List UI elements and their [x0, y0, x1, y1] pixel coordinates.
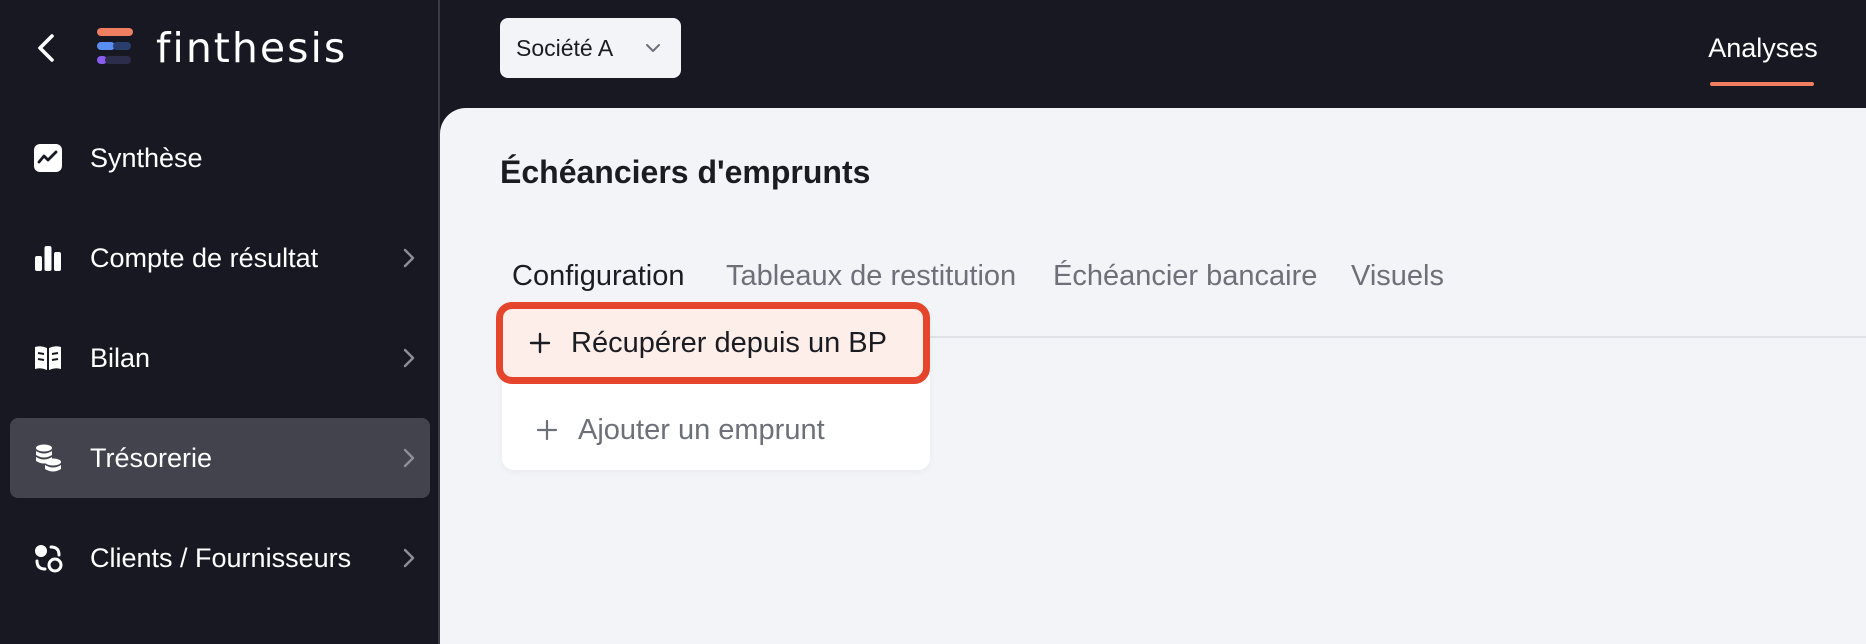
- sidebar-item-clients-fournisseurs[interactable]: Clients / Fournisseurs: [10, 518, 430, 598]
- chevron-right-icon: [403, 248, 415, 268]
- sidebar-item-label: Bilan: [90, 343, 151, 373]
- tab-echeancier-bancaire[interactable]: Échéancier bancaire: [1053, 256, 1317, 296]
- tab-analyses[interactable]: Analyses: [1690, 28, 1836, 68]
- plus-icon: [536, 419, 558, 441]
- chevron-right-icon: [403, 448, 415, 468]
- sidebar-item-bilan[interactable]: Bilan: [10, 318, 430, 398]
- recuperer-depuis-bp-menu-item[interactable]: Récupérer depuis un BP: [496, 302, 930, 384]
- brand-logo[interactable]: finthesis: [94, 26, 347, 70]
- tab-configuration[interactable]: Configuration: [512, 256, 685, 296]
- exchange-icon: [35, 545, 63, 573]
- chevron-right-icon: [403, 548, 415, 568]
- main-panel: Échéanciers d'emprunts Configuration Tab…: [440, 108, 1866, 644]
- sidebar-header: finthesis: [0, 0, 438, 96]
- book-icon: [35, 346, 61, 370]
- brand-name: finthesis: [156, 24, 348, 72]
- sidebar-item-label: Clients / Fournisseurs: [90, 543, 352, 573]
- company-select-value: Société A: [516, 34, 614, 61]
- top-bar: Société A Analyses: [440, 0, 1866, 108]
- app-window: finthesis Synthèse Compte de résultat Bi…: [0, 0, 1866, 644]
- sidebar-item-label: Trésorerie: [90, 443, 213, 473]
- active-tab-indicator: [1710, 82, 1814, 86]
- sidebar-item-synthese[interactable]: Synthèse: [10, 118, 430, 198]
- coins-stack-icon: [36, 444, 61, 472]
- ajouter-emprunt-menu-item[interactable]: Ajouter un emprunt: [502, 394, 930, 466]
- tab-tableaux-de-restitution[interactable]: Tableaux de restitution: [726, 256, 1016, 296]
- sidebar-item-compte-de-resultat[interactable]: Compte de résultat: [10, 218, 430, 298]
- page-title: Échéanciers d'emprunts: [500, 154, 871, 190]
- sidebar-item-tresorerie[interactable]: Trésorerie: [10, 418, 430, 498]
- chevron-down-icon: [646, 44, 660, 52]
- plus-icon: [529, 332, 551, 354]
- chart-line-icon: [34, 144, 62, 172]
- sidebar: finthesis Synthèse Compte de résultat Bi…: [0, 0, 440, 644]
- bar-chart-icon: [35, 246, 61, 271]
- chevron-left-icon: [38, 34, 54, 62]
- chevron-right-icon: [403, 348, 415, 368]
- finthesis-logo-icon: [97, 28, 133, 64]
- sidebar-item-label: Synthèse: [90, 143, 203, 173]
- company-select[interactable]: Société A: [500, 18, 681, 78]
- back-button[interactable]: [26, 28, 66, 68]
- sidebar-nav: Synthèse Compte de résultat Bilan Trésor…: [10, 118, 430, 618]
- menu-item-label: Ajouter un emprunt: [578, 414, 825, 446]
- configuration-dropdown-menu: Récupérer depuis un BP Ajouter un emprun…: [496, 302, 930, 470]
- tab-visuels[interactable]: Visuels: [1351, 256, 1444, 296]
- menu-item-label: Récupérer depuis un BP: [571, 327, 887, 359]
- sidebar-item-label: Compte de résultat: [90, 243, 319, 273]
